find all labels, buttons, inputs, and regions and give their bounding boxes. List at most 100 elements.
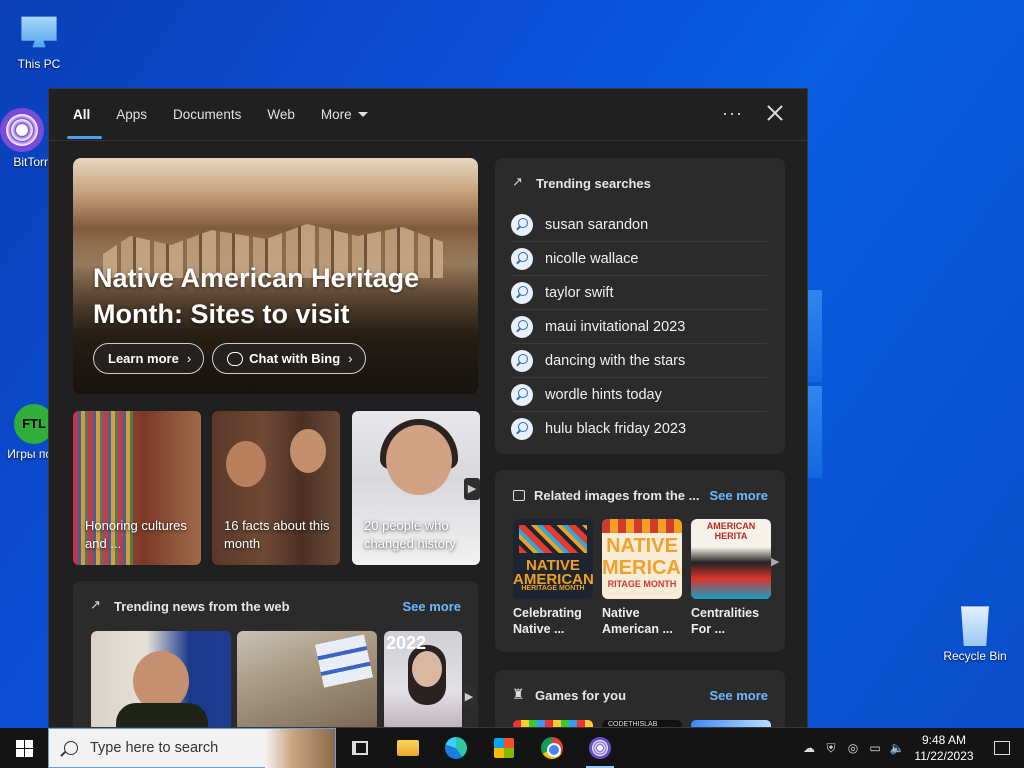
related-image-thumbnail[interactable]: NATIVE MERICAN RITAGE MONTH [602,519,682,599]
game-thumbnail-text: CODETHISLAB [608,721,658,728]
see-more-link[interactable]: See more [709,688,768,703]
recycle-bin-icon [961,606,989,646]
task-view-button[interactable] [336,728,384,768]
related-next-button[interactable]: ▶ [771,551,781,573]
tile-image [386,425,452,495]
desktop-icon-this-pc[interactable]: This PC [0,10,78,71]
desktop-icon-games[interactable]: FTL Игры по [0,404,54,461]
chrome-button[interactable] [528,728,576,768]
taskbar-search-box[interactable]: Type here to search [48,728,336,768]
tab-web[interactable]: Web [267,89,295,141]
edge-button[interactable] [432,728,480,768]
news-thumbnail[interactable]: 2022 [384,631,462,727]
bittorrent-icon [0,108,44,152]
start-button[interactable] [0,728,48,768]
more-options-button[interactable]: ··· [722,103,743,124]
thumbnail-text: AMERICAN HERITA [706,521,756,541]
news-image-subject [314,634,374,688]
related-image-thumbnail[interactable]: AMERICAN HERITA [691,519,771,599]
search-highlight-image [265,729,335,768]
related-image-caption: Celebrating Native ... [513,606,582,636]
hero-card[interactable]: Native American Heritage Month: Sites to… [73,158,478,394]
desktop-icon-label: Игры по [7,447,52,461]
tab-all[interactable]: All [66,89,103,141]
search-placeholder: Type here to search [90,740,219,756]
hero-title: Native American Heritage Month: Sites to… [93,263,420,329]
trending-search-item[interactable]: susan sarandon [511,208,767,242]
news-next-button[interactable]: ▶ [462,686,476,708]
security-shield-icon[interactable]: ⛨ [820,728,842,768]
tile-caption: Honoring cultures and ... [85,518,187,551]
related-image-thumbnail[interactable]: NATIVE AMERICAN HERITAGE MONTH [513,519,593,599]
game-thumbnail[interactable] [691,720,771,727]
search-icon [511,383,533,406]
bittorrent-tray-icon[interactable]: ◎ [842,728,864,768]
trending-search-item[interactable]: taylor swift [511,276,767,310]
desktop-light-beam [808,290,822,382]
game-thumbnail[interactable]: CODETHISLAB [602,720,682,728]
notification-center-button[interactable] [980,728,1024,768]
volume-muted-icon[interactable]: 🔈 [886,728,908,768]
chat-with-bing-button[interactable]: Chat with Bing › [212,343,366,374]
edge-icon [445,737,467,759]
tab-label: Apps [116,107,148,122]
search-icon [511,213,533,236]
trending-search-item[interactable]: hulu black friday 2023 [511,412,767,446]
learn-more-button[interactable]: Learn more › [93,343,205,374]
tile-caption: 20 people who changed history [364,518,456,551]
file-explorer-button[interactable] [384,728,432,768]
see-more-link[interactable]: See more [402,599,461,614]
image-icon [513,490,525,501]
search-term: wordle hints today [545,386,662,403]
desktop-icon-bittorrent[interactable]: BitTorr [0,108,48,169]
trending-search-item[interactable]: nicolle wallace [511,242,767,276]
windows-logo-icon [16,740,24,748]
news-thumbnail[interactable] [237,631,377,727]
story-tile[interactable]: 16 facts about this month [212,411,340,565]
trending-search-item[interactable]: maui invitational 2023 [511,310,767,344]
tab-apps[interactable]: Apps [116,89,147,141]
story-tile[interactable]: Honoring cultures and ... [73,411,201,565]
cloud-icon[interactable]: ☁ [798,728,820,768]
desktop-icon-label: BitTorr [13,155,48,169]
trending-search-item[interactable]: wordle hints today [511,378,767,412]
thumbnail-pattern [602,519,682,533]
windows-logo-icon [16,749,24,757]
section-header: Trending searches [512,174,651,192]
game-thumbnail[interactable] [513,720,593,727]
tiles-next-button[interactable]: ▶ [464,478,480,500]
news-image-subject [116,703,208,727]
see-more-link[interactable]: See more [709,488,768,503]
section-title: Trending news from the web [114,599,290,614]
news-thumbnail[interactable] [91,631,231,727]
desktop-icon-recycle-bin[interactable]: Recycle Bin [936,602,1014,663]
story-tile[interactable]: 20 people who changed history [352,411,480,565]
windows-logo-icon [25,749,33,757]
chrome-icon [541,737,563,759]
store-button[interactable] [480,728,528,768]
trending-icon [90,597,105,613]
bittorrent-button[interactable] [576,728,624,768]
trending-search-item[interactable]: dancing with the stars [511,344,767,378]
tab-label: All [73,107,91,122]
network-icon[interactable]: ▭ [864,728,886,768]
search-term: dancing with the stars [545,352,686,369]
clock[interactable]: 9:48 AM 11/22/2023 [908,732,980,764]
search-term: nicolle wallace [545,250,639,267]
search-tabs-header: All Apps Documents Web More ··· [49,89,807,141]
tab-documents[interactable]: Documents [173,89,241,141]
games-card: Games for you See more CODETHISLAB [495,670,785,728]
chevron-down-icon [357,112,368,117]
system-tray: ☁ ⛨ ◎ ▭ 🔈 9:48 AM 11/22/2023 [798,728,1024,768]
tab-label: Documents [173,107,242,122]
clock-time: 9:48 AM [921,733,967,747]
close-button[interactable] [765,103,785,123]
thumbnail-text: RITAGE MONTH [607,579,677,589]
search-icon [511,349,533,372]
section-header: Related images from the ... [513,488,699,503]
section-title: Trending searches [536,176,651,191]
store-icon [494,738,514,758]
search-term: susan sarandon [545,216,649,233]
tab-more[interactable]: More [321,89,368,141]
search-term: taylor swift [545,284,614,301]
